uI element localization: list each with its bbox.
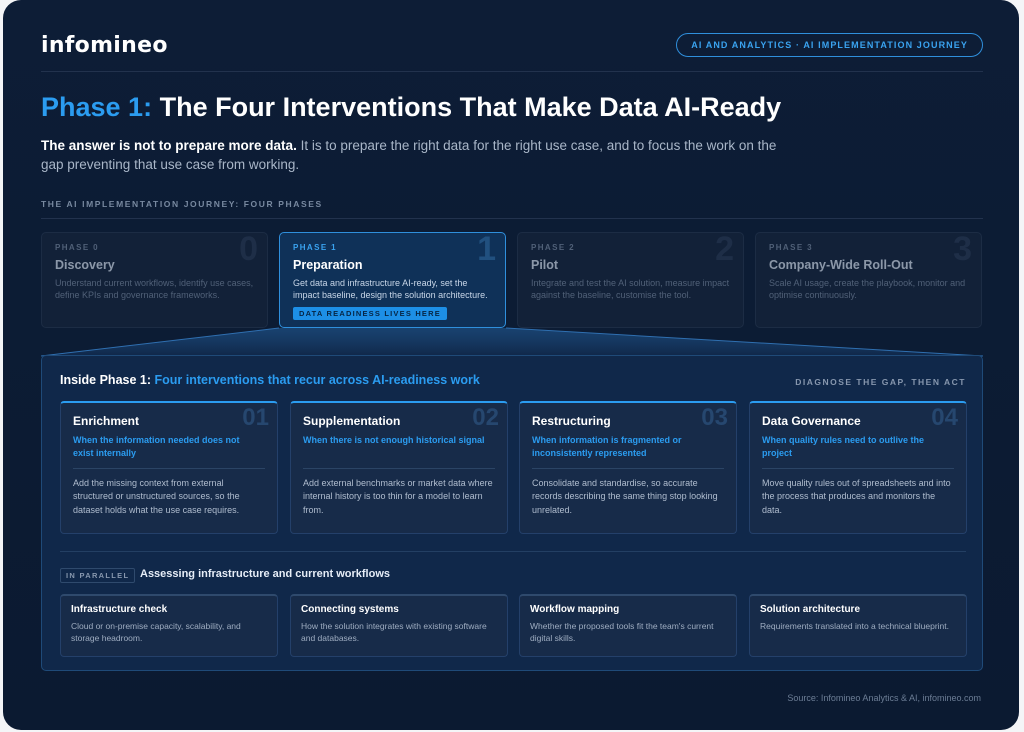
phase-tag: PHASE 3 <box>769 243 814 252</box>
intervention-name: Enrichment <box>73 414 140 428</box>
intervention-divider <box>73 468 265 469</box>
phase-card-0: 0 PHASE 0 Discovery Understand current w… <box>41 232 268 328</box>
intervention-card-data-governance: 04 Data Governance When quality rules ne… <box>749 401 967 534</box>
intervention-body: Move quality rules out of spreadsheets a… <box>762 478 951 515</box>
assessment-name: Connecting systems <box>301 604 399 615</box>
phase-tag: PHASE 1 <box>293 243 338 252</box>
intervention-when: When quality rules need to outlive the p… <box>762 435 925 458</box>
source-note: Source: Infomineo Analytics & AI, infomi… <box>787 693 981 703</box>
assessment-body: Cloud or on-premise capacity, scalabilit… <box>71 621 241 643</box>
intervention-divider <box>532 468 724 469</box>
phase-card-3: 3 PHASE 3 Company-Wide Roll-Out Scale AI… <box>755 232 982 328</box>
assessment-card-workflow: Workflow mapping Whether the proposed to… <box>519 594 737 657</box>
intervention-when: When there is not enough historical sign… <box>303 435 485 445</box>
phase-number: 1 <box>477 232 496 268</box>
intervention-card-enrichment: 01 Enrichment When the information neede… <box>60 401 278 534</box>
assessment-body: Whether the proposed tools fit the team'… <box>530 621 714 643</box>
intervention-card-restructuring: 03 Restructuring When information is fra… <box>519 401 737 534</box>
phase-name: Preparation <box>293 258 363 272</box>
in-parallel-tag: IN PARALLEL <box>60 568 136 583</box>
assessment-name: Infrastructure check <box>71 604 168 615</box>
inside-title-prefix: Inside Phase 1: <box>60 373 152 387</box>
assessment-card-infrastructure: Infrastructure check Cloud or on-premise… <box>60 594 278 657</box>
phase-desc: Understand current workflows, identify u… <box>55 278 254 300</box>
parallel-divider <box>60 551 966 552</box>
phase-name: Discovery <box>55 258 115 272</box>
diagnose-label: DIAGNOSE THE GAP, THEN ACT <box>795 377 966 387</box>
intervention-name: Supplementation <box>303 414 401 428</box>
intervention-when: When the information needed does not exi… <box>73 435 240 458</box>
inside-phase-panel: Inside Phase 1: Four interventions that … <box>41 355 983 671</box>
infographic-card: infomineo AI AND ANALYTICS · AI IMPLEMEN… <box>3 0 1019 730</box>
intervention-body: Consolidate and standardise, so accurate… <box>532 478 718 515</box>
assessment-name: Workflow mapping <box>530 604 620 615</box>
phase-tag: PHASE 0 <box>55 243 100 252</box>
phase-desc: Scale AI usage, create the playbook, mon… <box>769 278 966 300</box>
intervention-name: Restructuring <box>532 414 611 428</box>
phase-name: Pilot <box>531 258 559 272</box>
phase-tag: PHASE 2 <box>531 243 576 252</box>
intervention-divider <box>762 468 954 469</box>
intervention-number: 01 <box>242 404 269 431</box>
assessment-card-architecture: Solution architecture Requirements trans… <box>749 594 967 657</box>
intervention-number: 02 <box>472 404 499 431</box>
inside-title-accent: Four interventions that recur across AI-… <box>154 373 480 387</box>
intervention-when: When information is fragmented or incons… <box>532 435 682 458</box>
assessment-name: Solution architecture <box>760 604 861 615</box>
data-readiness-badge: DATA READINESS LIVES HERE <box>293 307 447 320</box>
phase-card-1: 1 PHASE 1 Preparation Get data and infra… <box>279 232 506 328</box>
intervention-body: Add external benchmarks or market data w… <box>303 478 493 515</box>
phase-card-2: 2 PHASE 2 Pilot Integrate and test the A… <box>517 232 744 328</box>
phase-name: Company-Wide Roll-Out <box>769 258 913 272</box>
inside-title: Inside Phase 1: Four interventions that … <box>60 373 480 387</box>
phase-desc: Get data and infrastructure AI-ready, se… <box>293 278 488 300</box>
assessment-body: Requirements translated into a technical… <box>760 621 949 631</box>
parallel-title: Assessing infrastructure and current wor… <box>140 568 391 580</box>
assessment-body: How the solution integrates with existin… <box>301 621 487 643</box>
intervention-body: Add the missing context from external st… <box>73 478 240 515</box>
phase-desc: Integrate and test the AI solution, meas… <box>531 278 730 300</box>
phase-number: 2 <box>715 232 734 268</box>
intervention-number: 04 <box>931 404 958 431</box>
assessment-card-connecting: Connecting systems How the solution inte… <box>290 594 508 657</box>
intervention-card-supplementation: 02 Supplementation When there is not eno… <box>290 401 508 534</box>
phase-number: 0 <box>239 232 258 268</box>
intervention-number: 03 <box>701 404 728 431</box>
intervention-divider <box>303 468 495 469</box>
phase-number: 3 <box>953 232 972 268</box>
intervention-name: Data Governance <box>762 414 861 428</box>
